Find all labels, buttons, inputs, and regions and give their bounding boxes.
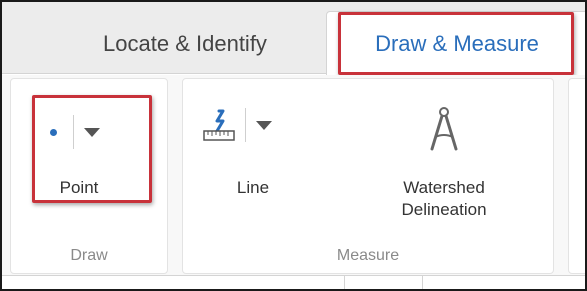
measure-group: Line Watershed Delineation Measure (182, 78, 554, 274)
point-dropdown-chevron-down-icon[interactable] (82, 122, 102, 142)
next-group (568, 78, 585, 274)
draw-group-title: Draw (70, 247, 108, 264)
point-split-button[interactable] (41, 115, 102, 149)
measure-group-title: Measure (336, 247, 400, 264)
tab-draw-measure-label: Draw & Measure (375, 30, 539, 56)
point-icon[interactable] (41, 120, 65, 144)
tab-locate-identify-label: Locate & Identify (103, 31, 267, 56)
app-window: Locate & Identify Draw & Measure Point D… (0, 0, 587, 291)
split-separator (73, 115, 74, 149)
ribbon: Point Draw Line Watershed Delineation Me… (2, 75, 585, 275)
bottom-strip (2, 275, 585, 289)
split-separator (245, 108, 246, 142)
divider (422, 276, 423, 289)
tab-locate-identify[interactable]: Locate & Identify (40, 14, 330, 74)
draw-group: Point Draw (10, 78, 168, 274)
line-dropdown-chevron-down-icon[interactable] (254, 115, 274, 135)
point-button-label[interactable]: Point (29, 177, 129, 199)
watershed-delineation-button[interactable]: Watershed Delineation (379, 91, 509, 231)
divider (344, 276, 345, 289)
watershed-label-line1: Watershed (403, 178, 485, 197)
line-button-label[interactable]: Line (223, 177, 283, 199)
compass-icon (426, 105, 462, 155)
watershed-label-line2: Delineation (401, 200, 487, 219)
tab-strip: Locate & Identify Draw & Measure (2, 2, 585, 75)
tab-draw-measure[interactable]: Draw & Measure (326, 11, 585, 75)
line-split-button[interactable] (201, 105, 274, 145)
line-ruler-icon[interactable] (201, 105, 237, 145)
